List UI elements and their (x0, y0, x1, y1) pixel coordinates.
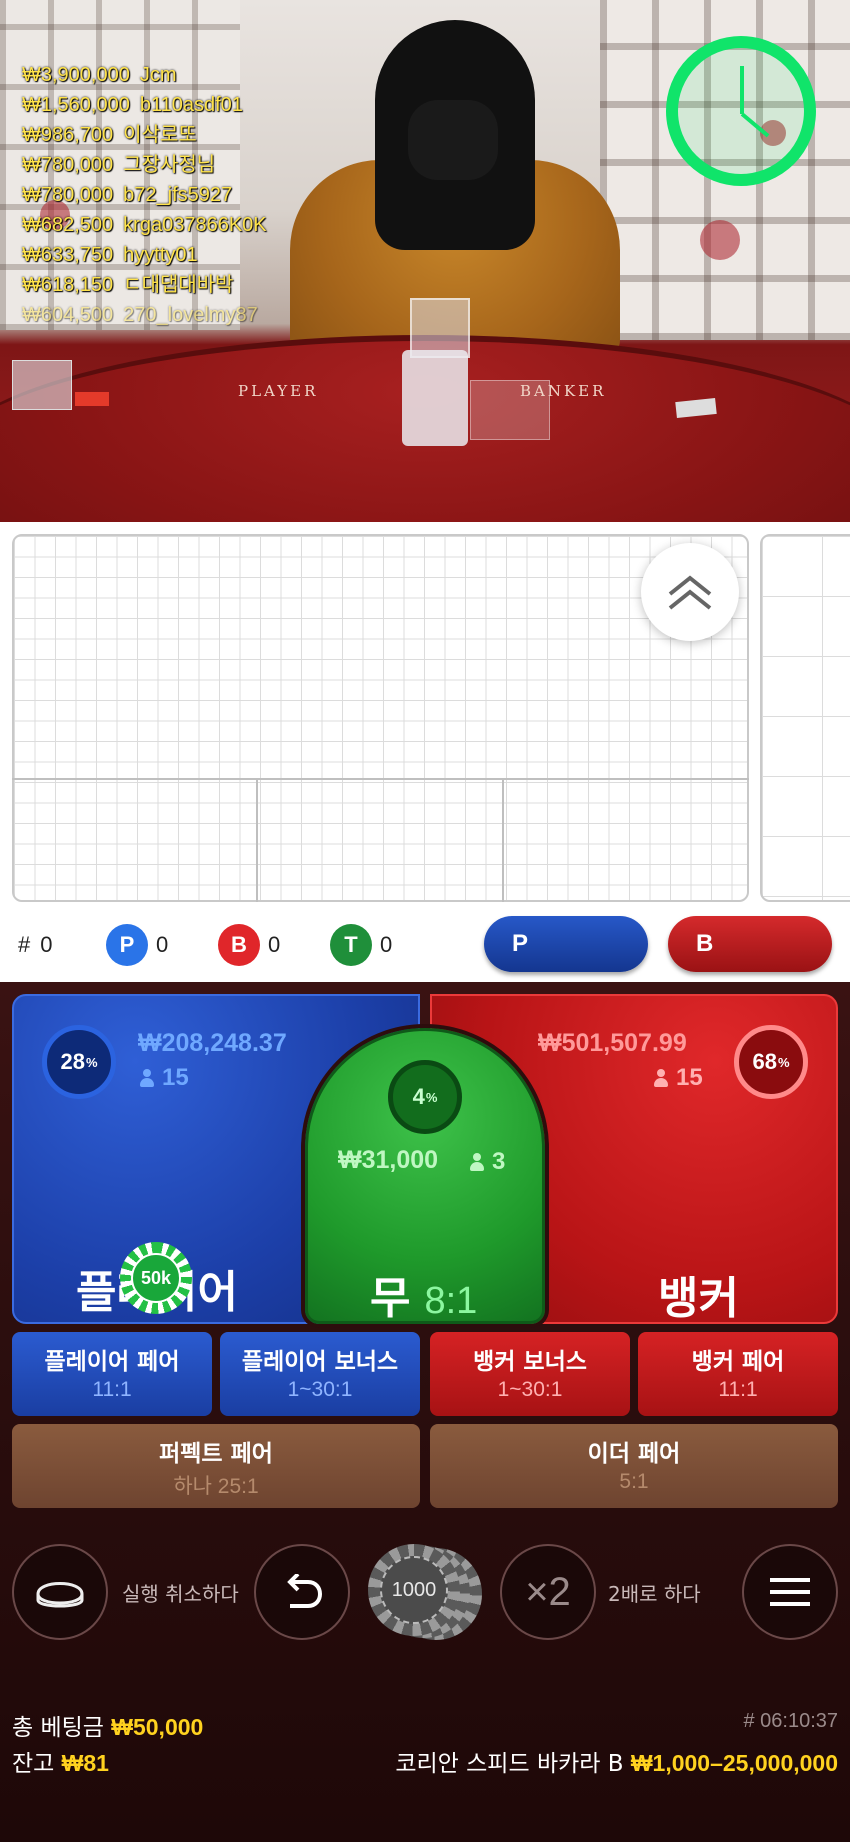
winner-row: ₩986,700 이삭로또 (22, 124, 197, 146)
player-badge: P (106, 924, 148, 966)
stat-player-wins: P0 (106, 924, 168, 966)
person-icon (654, 1069, 668, 1087)
player-total-amount: ₩208,248.37 (138, 1029, 287, 1057)
double-label: 2배로 하다 (608, 1582, 701, 1606)
tie-total-amount: ₩31,000 (338, 1146, 439, 1174)
tie-odds: 8:1 (424, 1280, 478, 1322)
banker-predict-button[interactable]: B (668, 916, 832, 972)
perfect-pair-bet[interactable]: 퍼펙트 페어 하나 25:1 (12, 1424, 420, 1508)
game-id: # 06:10:37 (743, 1710, 838, 1732)
discard-box (12, 360, 72, 410)
bead-road-grid[interactable] (12, 534, 749, 902)
table-icon (36, 1582, 84, 1608)
hamburger-icon (770, 1578, 810, 1606)
chevron-up-double-icon (668, 575, 712, 610)
banker-percent-ring: 68% (734, 1025, 808, 1099)
grid-divider (502, 778, 504, 902)
winner-row: ₩604,500 270_lovelmy87 (22, 304, 258, 326)
table-info: 코리안 스피드 바카라 B ₩1,000–25,000,000 (395, 1750, 838, 1777)
winner-row: ₩1,560,000 b110asdf01 (22, 94, 243, 116)
undo-button[interactable] (254, 1544, 350, 1640)
card-shoe (402, 350, 468, 446)
undo-label: 실행 취소하다 (122, 1582, 239, 1606)
felt-label-player: PLAYER (238, 382, 319, 400)
banker-bonus-bet[interactable]: 뱅커 보너스 1~30:1 (430, 1332, 630, 1416)
either-pair-bet[interactable]: 이더 페어 5:1 (430, 1424, 838, 1508)
placed-chip[interactable]: 50k (120, 1242, 192, 1314)
double-button[interactable]: ×2 (500, 1544, 596, 1640)
winners-list: ₩3,900,000 Jcm ₩1,560,000 b110asdf01 ₩986,… (22, 60, 442, 330)
tie-percent-ring: 4% (388, 1060, 462, 1134)
balance: 잔고 ₩81 (12, 1750, 109, 1777)
chip-selector[interactable]: 1000 (364, 1542, 484, 1642)
total-bet: 총 베팅금 ₩50,000 (12, 1714, 204, 1741)
tie-bettor-count: 3 (470, 1148, 505, 1176)
winner-row: ₩3,900,000 Jcm (22, 64, 177, 86)
stat-banker-wins: B0 (218, 924, 280, 966)
player-bettor-count: 15 (140, 1064, 189, 1092)
banker-badge: B (218, 924, 260, 966)
live-video-feed: PLAYER BANKER ₩3,900,000 Jcm ₩1,560,000 b1… (0, 0, 850, 522)
felt-label-banker: BANKER (520, 382, 607, 400)
player-percent-ring: 28% (42, 1025, 116, 1099)
stat-tie-count: T0 (330, 924, 392, 966)
winner-row: ₩780,000 b72_jfs5927 (22, 184, 233, 206)
stat-round-count: #0 (18, 932, 53, 957)
player-bonus-bet[interactable]: 플레이어 보너스 1~30:1 (220, 1332, 420, 1416)
banker-bettor-count: 15 (654, 1064, 703, 1092)
tie-badge: T (330, 924, 372, 966)
clock-icon (666, 36, 816, 186)
big-road-grid[interactable] (760, 534, 850, 902)
player-predict-button[interactable]: P (484, 916, 648, 972)
grid-divider (12, 778, 749, 780)
winner-row: ₩780,000 그장사정님 (22, 154, 216, 176)
menu-button[interactable] (742, 1544, 838, 1640)
undo-icon (287, 1574, 323, 1608)
blossom-decoration (700, 220, 740, 260)
winner-row: ₩682,500 krga037866K0K (22, 214, 267, 236)
collapse-roadmap-button[interactable] (641, 543, 739, 641)
winner-row: ₩618,150 ㄷ대댑대바박 (22, 274, 234, 296)
banker-total-amount: ₩501,507.99 (538, 1029, 687, 1057)
tie-label: 무 8:1 (370, 1273, 478, 1324)
grid-divider (256, 778, 258, 902)
winner-row: ₩633,750 hyytty01 (22, 244, 198, 266)
undo-all-button[interactable] (12, 1544, 108, 1640)
person-icon (140, 1069, 154, 1087)
person-icon (470, 1153, 484, 1171)
chip-value: 1000 (380, 1556, 448, 1624)
player-pair-bet[interactable]: 플레이어 페어 11:1 (12, 1332, 212, 1416)
banker-label: 뱅커 (658, 1273, 739, 1324)
double-icon: ×2 (525, 1569, 571, 1614)
table-marker (75, 392, 109, 406)
banker-pair-bet[interactable]: 뱅커 페어 11:1 (638, 1332, 838, 1416)
